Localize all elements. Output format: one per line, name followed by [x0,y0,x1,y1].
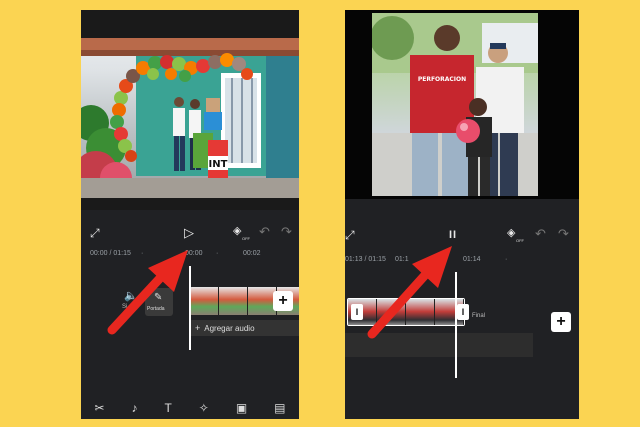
bottom-toolbar: ✂ ♪ T ✧ ▣ ▤ [81,397,299,419]
final-label: Final [472,313,486,319]
time-ruler: 01:13 / 01:15 01:1 01:14 · [345,256,579,272]
video-preview[interactable]: PERFORACION [345,10,579,199]
shirt-text: PERFORACION [418,76,466,83]
add-audio-track[interactable]: + Agregar audio [190,320,299,336]
overlay-icon[interactable]: ▣ [236,401,247,415]
fullscreen-icon[interactable]: ⤢ [345,228,355,242]
sound-label: Si [122,304,128,310]
cover-label: Portada [147,306,165,312]
preview-photo-group: PERFORACION [372,13,538,196]
effects-icon[interactable]: ✧ [199,401,209,415]
sound-icon[interactable]: 🔈 [124,289,138,302]
phone-screen-left: INT ⤢ ▷ ◈ OFF ↶ ↷ 00:00 / 01:15 · 00:00 … [81,10,299,419]
clip-thumbnail [406,299,435,325]
format-icon[interactable]: ▤ [274,401,285,415]
playhead[interactable] [189,266,191,350]
party-scene-image: INT [81,38,299,198]
undo-icon[interactable]: ↶ [259,225,270,239]
audio-track[interactable] [345,333,533,357]
clip-thumbnail [190,287,219,315]
clip-thumbnail [377,299,406,325]
tick-label: 01:1 [395,256,409,263]
video-clip-strip[interactable] [347,298,465,326]
cover-icon: ✎ [154,292,163,303]
timeline-tracks[interactable]: I I Final + [345,290,579,370]
clip-trim-handle-right[interactable]: I [457,304,469,320]
tick-label: 00:00 [185,250,203,257]
keyframe-off-badge: OFF [516,238,524,243]
tick-label: 00:02 [243,250,261,257]
add-clip-button[interactable]: + [273,291,293,311]
playhead[interactable] [455,272,457,378]
undo-icon[interactable]: ↶ [535,227,546,241]
timecode: 01:13 / 01:15 [345,256,386,263]
playback-controls: ⤢ II ◈ OFF ↶ ↷ [345,220,579,250]
tick-dot: · [505,256,508,263]
preview-photo-party: INT [81,38,299,198]
clip-thumbnail [219,287,248,315]
add-audio-plus: + [195,323,201,333]
fullscreen-icon[interactable]: ⤢ [90,226,100,240]
phone-screen-right: PERFORACION ⤢ II ◈ OFF ↶ ↷ 01:13 / 01:15… [345,10,579,419]
timecode: 00:00 / 01:15 [90,250,131,257]
clip-trim-handle-left[interactable]: I [351,304,363,320]
music-note-icon[interactable]: ♪ [132,401,138,415]
tick-dot: · [141,250,144,257]
redo-icon[interactable]: ↷ [558,227,569,241]
play-button[interactable]: ▷ [184,226,194,240]
tick-label: 01:14 [463,256,481,263]
group-scene-image: PERFORACION [372,13,538,196]
text-icon[interactable]: T [164,401,171,415]
add-clip-button[interactable]: + [551,312,571,332]
video-preview[interactable]: INT [81,10,299,210]
scissors-icon[interactable]: ✂ [94,401,104,415]
redo-icon[interactable]: ↷ [281,225,292,239]
playback-controls: ⤢ ▷ ◈ OFF ↶ ↷ [81,218,299,248]
cover-button[interactable]: ✎ Portada [145,288,173,316]
pause-button[interactable]: II [449,228,457,242]
keyframe-off-badge: OFF [242,236,250,241]
keyframe-icon[interactable]: ◈ [507,226,515,240]
keyframe-icon[interactable]: ◈ [233,224,241,238]
add-audio-label: Agregar audio [204,323,255,333]
time-ruler: 00:00 / 01:15 · 00:00 · 00:02 [81,250,299,266]
banner-text: INT [209,159,228,170]
tick-dot: · [216,250,219,257]
